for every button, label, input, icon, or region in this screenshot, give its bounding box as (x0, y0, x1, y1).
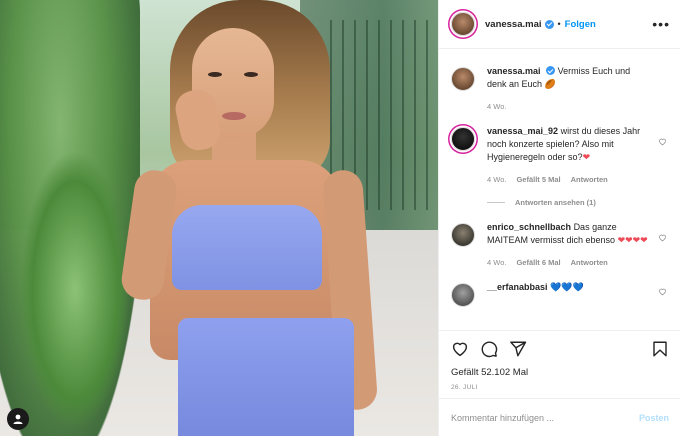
follow-button[interactable]: Folgen (565, 19, 596, 30)
user-tag-icon[interactable] (7, 408, 29, 430)
comment-icon[interactable] (480, 340, 498, 358)
comment-emoji: ❤ (582, 152, 591, 162)
heart-icon[interactable] (451, 340, 469, 358)
author-username[interactable]: vanessa.mai (485, 19, 542, 30)
comment-emoji: 💙💙💙 (550, 282, 584, 292)
bookmark-icon[interactable] (651, 340, 669, 358)
avatar[interactable] (451, 67, 475, 91)
figure-crop-top (172, 205, 322, 290)
comment-likes[interactable]: Gefällt 6 Mal (516, 258, 560, 267)
comment-text: vanessa_mai_92 wirst du dieses Jahr noch… (487, 125, 651, 164)
comment-likes[interactable]: Gefällt 5 Mal (516, 175, 560, 184)
comment-reply-button[interactable]: Antworten (571, 258, 608, 267)
comment-username[interactable]: enrico_schnellbach (487, 222, 571, 232)
verified-badge-icon (546, 66, 556, 75)
post-image[interactable] (0, 0, 438, 436)
comment-reply-button[interactable]: Antworten (571, 175, 608, 184)
verified-badge-icon (544, 19, 554, 29)
post-side-panel: vanessa.mai • Folgen ••• vanessa.mai Ver… (438, 0, 680, 436)
comment-time[interactable]: 4 Wo. (487, 175, 506, 184)
foreground-bush-lower (20, 150, 130, 430)
post-date[interactable]: 26. JULI (451, 384, 669, 391)
comment-like-icon[interactable] (658, 137, 667, 146)
comment-item: vanessa_mai_92 wirst du dieses Jahr noch… (451, 125, 669, 184)
avatar[interactable] (451, 127, 475, 151)
likes-count[interactable]: Gefällt 52.102 Mal (451, 367, 669, 378)
more-options-icon[interactable]: ••• (652, 17, 670, 31)
figure-pants (178, 318, 354, 436)
caption-username[interactable]: vanessa.mai (487, 66, 541, 76)
post-actions: Gefällt 52.102 Mal 26. JULI (439, 330, 680, 391)
figure-lips (222, 112, 246, 120)
comment-username[interactable]: vanessa_mai_92 (487, 126, 558, 136)
caption-emoji: 🏉 (544, 79, 556, 89)
comment-item: __erfanabbasi 💙💙💙 (451, 281, 669, 307)
figure-left-eye (208, 72, 222, 77)
comment-like-icon[interactable] (658, 233, 667, 242)
caption-row: vanessa.mai Vermiss Euch und denk an Euc… (451, 65, 669, 111)
avatar[interactable] (451, 12, 475, 36)
comment-username[interactable]: __erfanabbasi (487, 282, 548, 292)
comment-text: __erfanabbasi 💙💙💙 (487, 281, 651, 294)
separator-dot: • (557, 19, 561, 29)
avatar[interactable] (451, 283, 475, 307)
post-header: vanessa.mai • Folgen ••• (439, 0, 680, 49)
comment-input[interactable] (451, 412, 639, 423)
share-icon[interactable] (509, 340, 527, 358)
comment-text: enrico_schnellbach Das ganze MAITEAM ver… (487, 221, 651, 247)
comment-item: enrico_schnellbach Das ganze MAITEAM ver… (451, 221, 669, 267)
comments-list[interactable]: vanessa.mai Vermiss Euch und denk an Euc… (439, 50, 680, 330)
figure-right-eye (244, 72, 258, 77)
caption-text: vanessa.mai Vermiss Euch und denk an Euc… (487, 65, 651, 91)
view-replies-button[interactable]: Antworten ansehen (1) (487, 198, 669, 207)
caption-time[interactable]: 4 Wo. (487, 102, 506, 111)
comment-emoji: ❤❤❤❤ (617, 235, 648, 245)
post-comment-button[interactable]: Posten (639, 413, 669, 423)
comment-time[interactable]: 4 Wo. (487, 258, 506, 267)
avatar[interactable] (451, 223, 475, 247)
comment-like-icon[interactable] (658, 287, 667, 296)
add-comment-bar: Posten (439, 398, 680, 436)
